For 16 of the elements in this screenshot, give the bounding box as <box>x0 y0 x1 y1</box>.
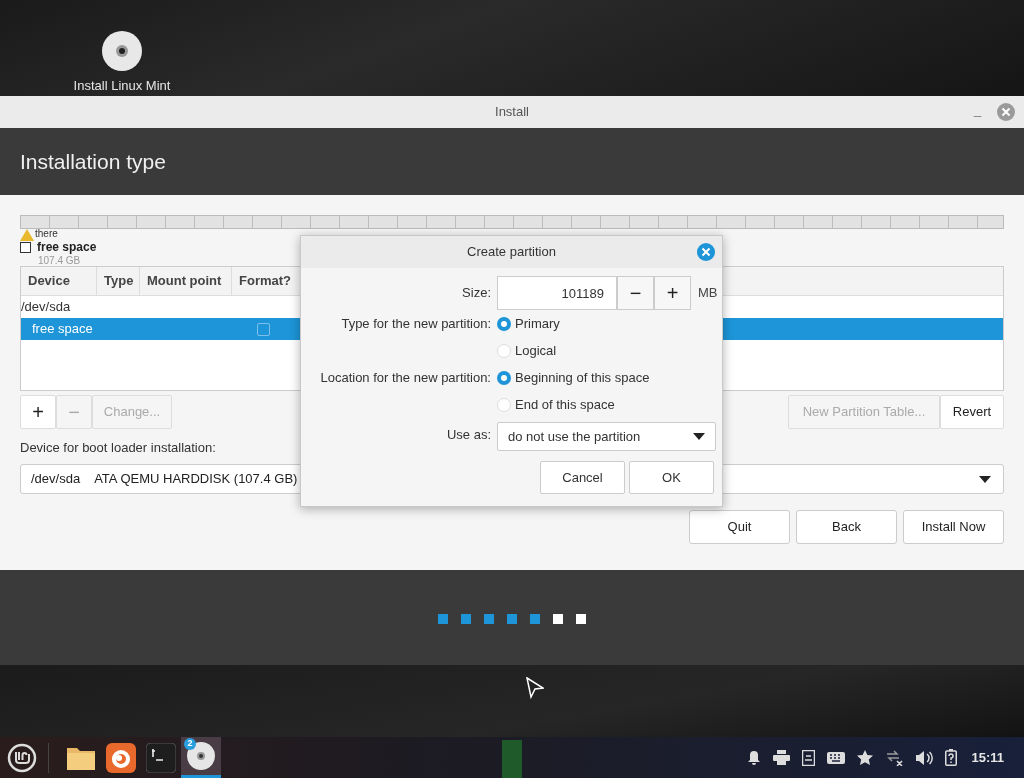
unit-label: MB <box>698 284 718 303</box>
legend-size: 107.4 GB <box>38 255 81 266</box>
window-title: Install <box>495 103 529 122</box>
badge: 2 <box>184 738 196 750</box>
table-cell-text: /dev/sda <box>21 298 71 317</box>
field-label: Type for the new partition: <box>340 314 491 333</box>
dialog-title: Create partition <box>467 243 556 262</box>
legend-note: there <box>35 228 58 239</box>
field-label: Size: <box>461 284 491 303</box>
field-label: Location for the new partition: <box>319 368 491 387</box>
legend-label: free space <box>37 240 97 254</box>
page-heading: Installation type <box>20 148 166 175</box>
field-label: Use as: <box>445 425 491 444</box>
dropdown-value: /dev/sda <box>31 469 81 488</box>
dropdown-value: ATA QEMU HARDDISK (107.4 GB) <box>94 469 298 488</box>
table-cell-text: free space <box>31 320 93 339</box>
